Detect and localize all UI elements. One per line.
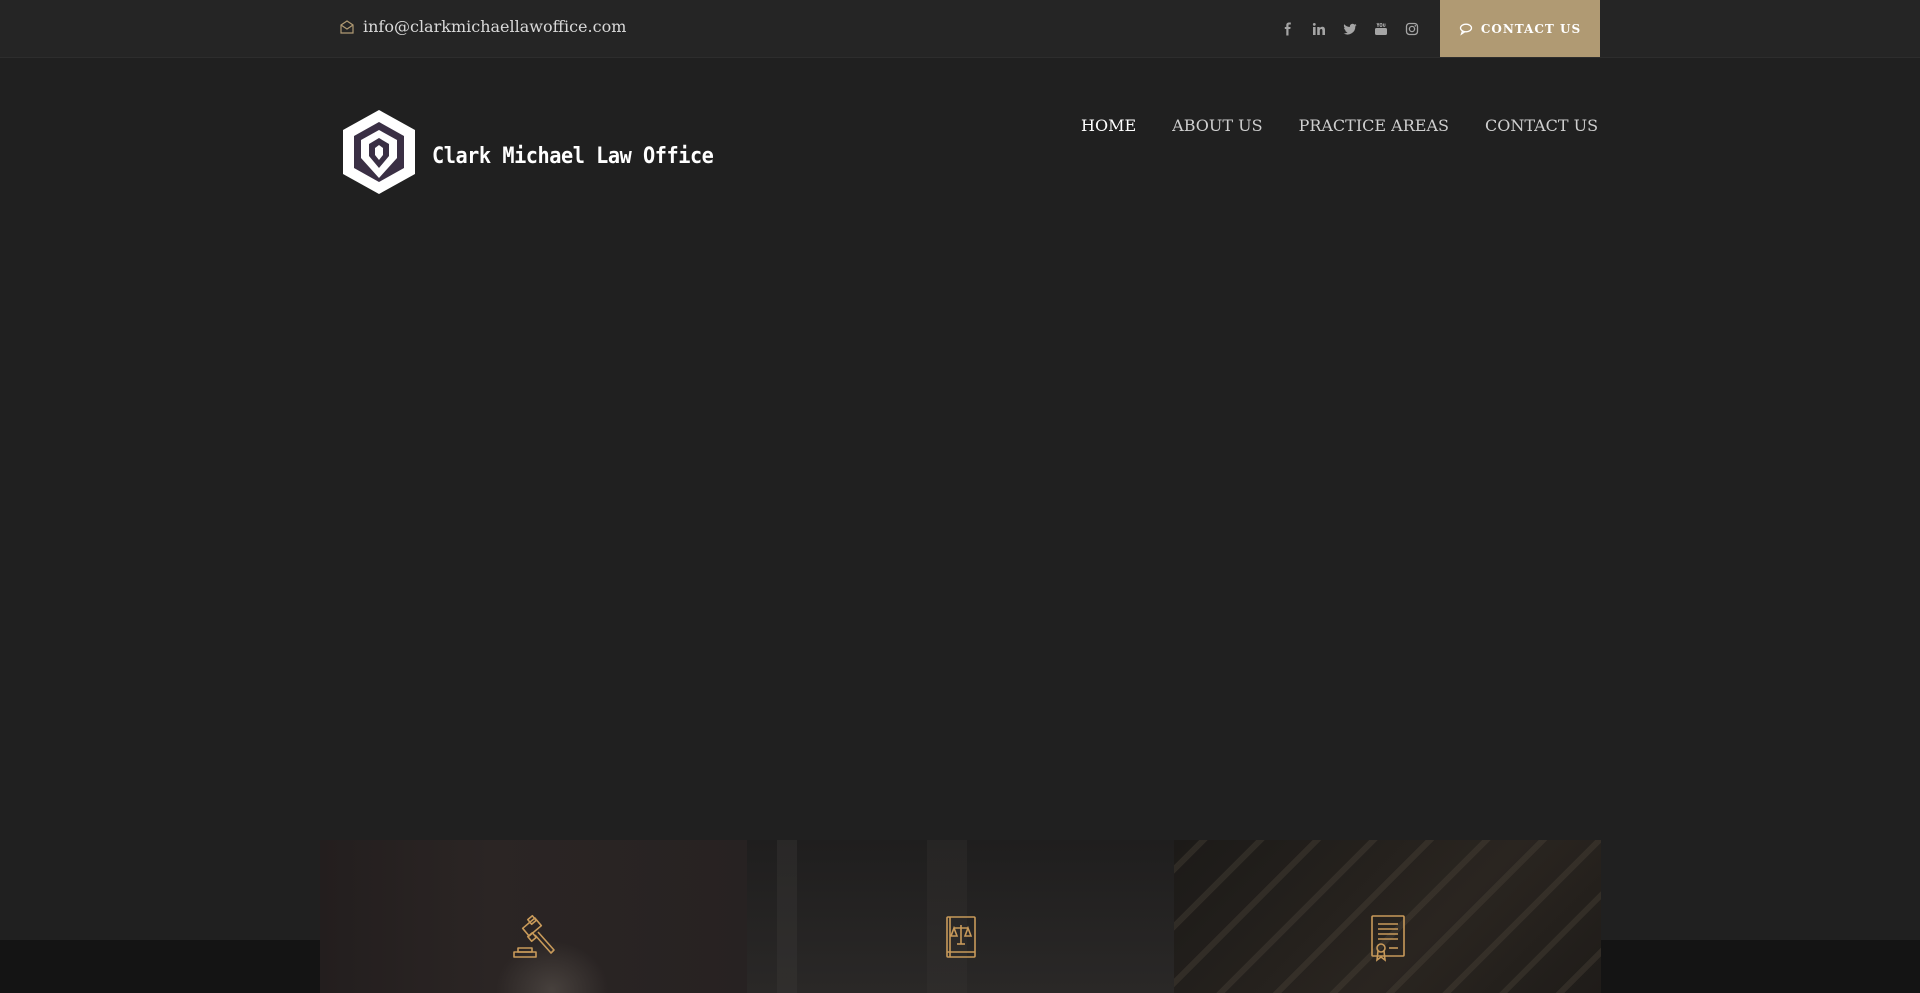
main-nav: HOME ABOUT US PRACTICE AREAS CONTACT US xyxy=(1063,116,1616,136)
certificate-icon xyxy=(1364,914,1412,962)
instagram-icon[interactable] xyxy=(1396,18,1427,40)
twitter-icon[interactable] xyxy=(1334,18,1365,40)
envelope-icon xyxy=(339,19,355,35)
top-bar: info@clarkmichaellawoffice.com CONTACT U… xyxy=(0,0,1920,58)
facebook-icon[interactable] xyxy=(1272,18,1303,40)
linkedin-icon[interactable] xyxy=(1303,18,1334,40)
chat-bubble-icon xyxy=(1459,22,1473,36)
brand-name[interactable]: Clark Michael Law Office xyxy=(432,144,714,169)
contact-us-label: CONTACT US xyxy=(1480,21,1582,36)
nav-home[interactable]: HOME xyxy=(1063,116,1154,136)
law-book-icon xyxy=(937,914,985,962)
email-link[interactable]: info@clarkmichaellawoffice.com xyxy=(339,17,626,36)
contact-us-button[interactable]: CONTACT US xyxy=(1440,0,1600,57)
feature-card[interactable] xyxy=(747,840,1174,993)
youtube-icon[interactable] xyxy=(1365,18,1396,40)
nav-about-us[interactable]: ABOUT US xyxy=(1154,116,1280,136)
social-links xyxy=(1272,18,1427,40)
nav-practice-areas[interactable]: PRACTICE AREAS xyxy=(1281,116,1467,136)
gavel-icon xyxy=(510,914,558,962)
logo[interactable] xyxy=(339,108,419,196)
feature-cards xyxy=(320,840,1602,993)
feature-card[interactable] xyxy=(1174,840,1601,993)
email-text: info@clarkmichaellawoffice.com xyxy=(363,17,627,36)
feature-card[interactable] xyxy=(320,840,747,993)
nav-contact-us[interactable]: CONTACT US xyxy=(1467,116,1616,136)
